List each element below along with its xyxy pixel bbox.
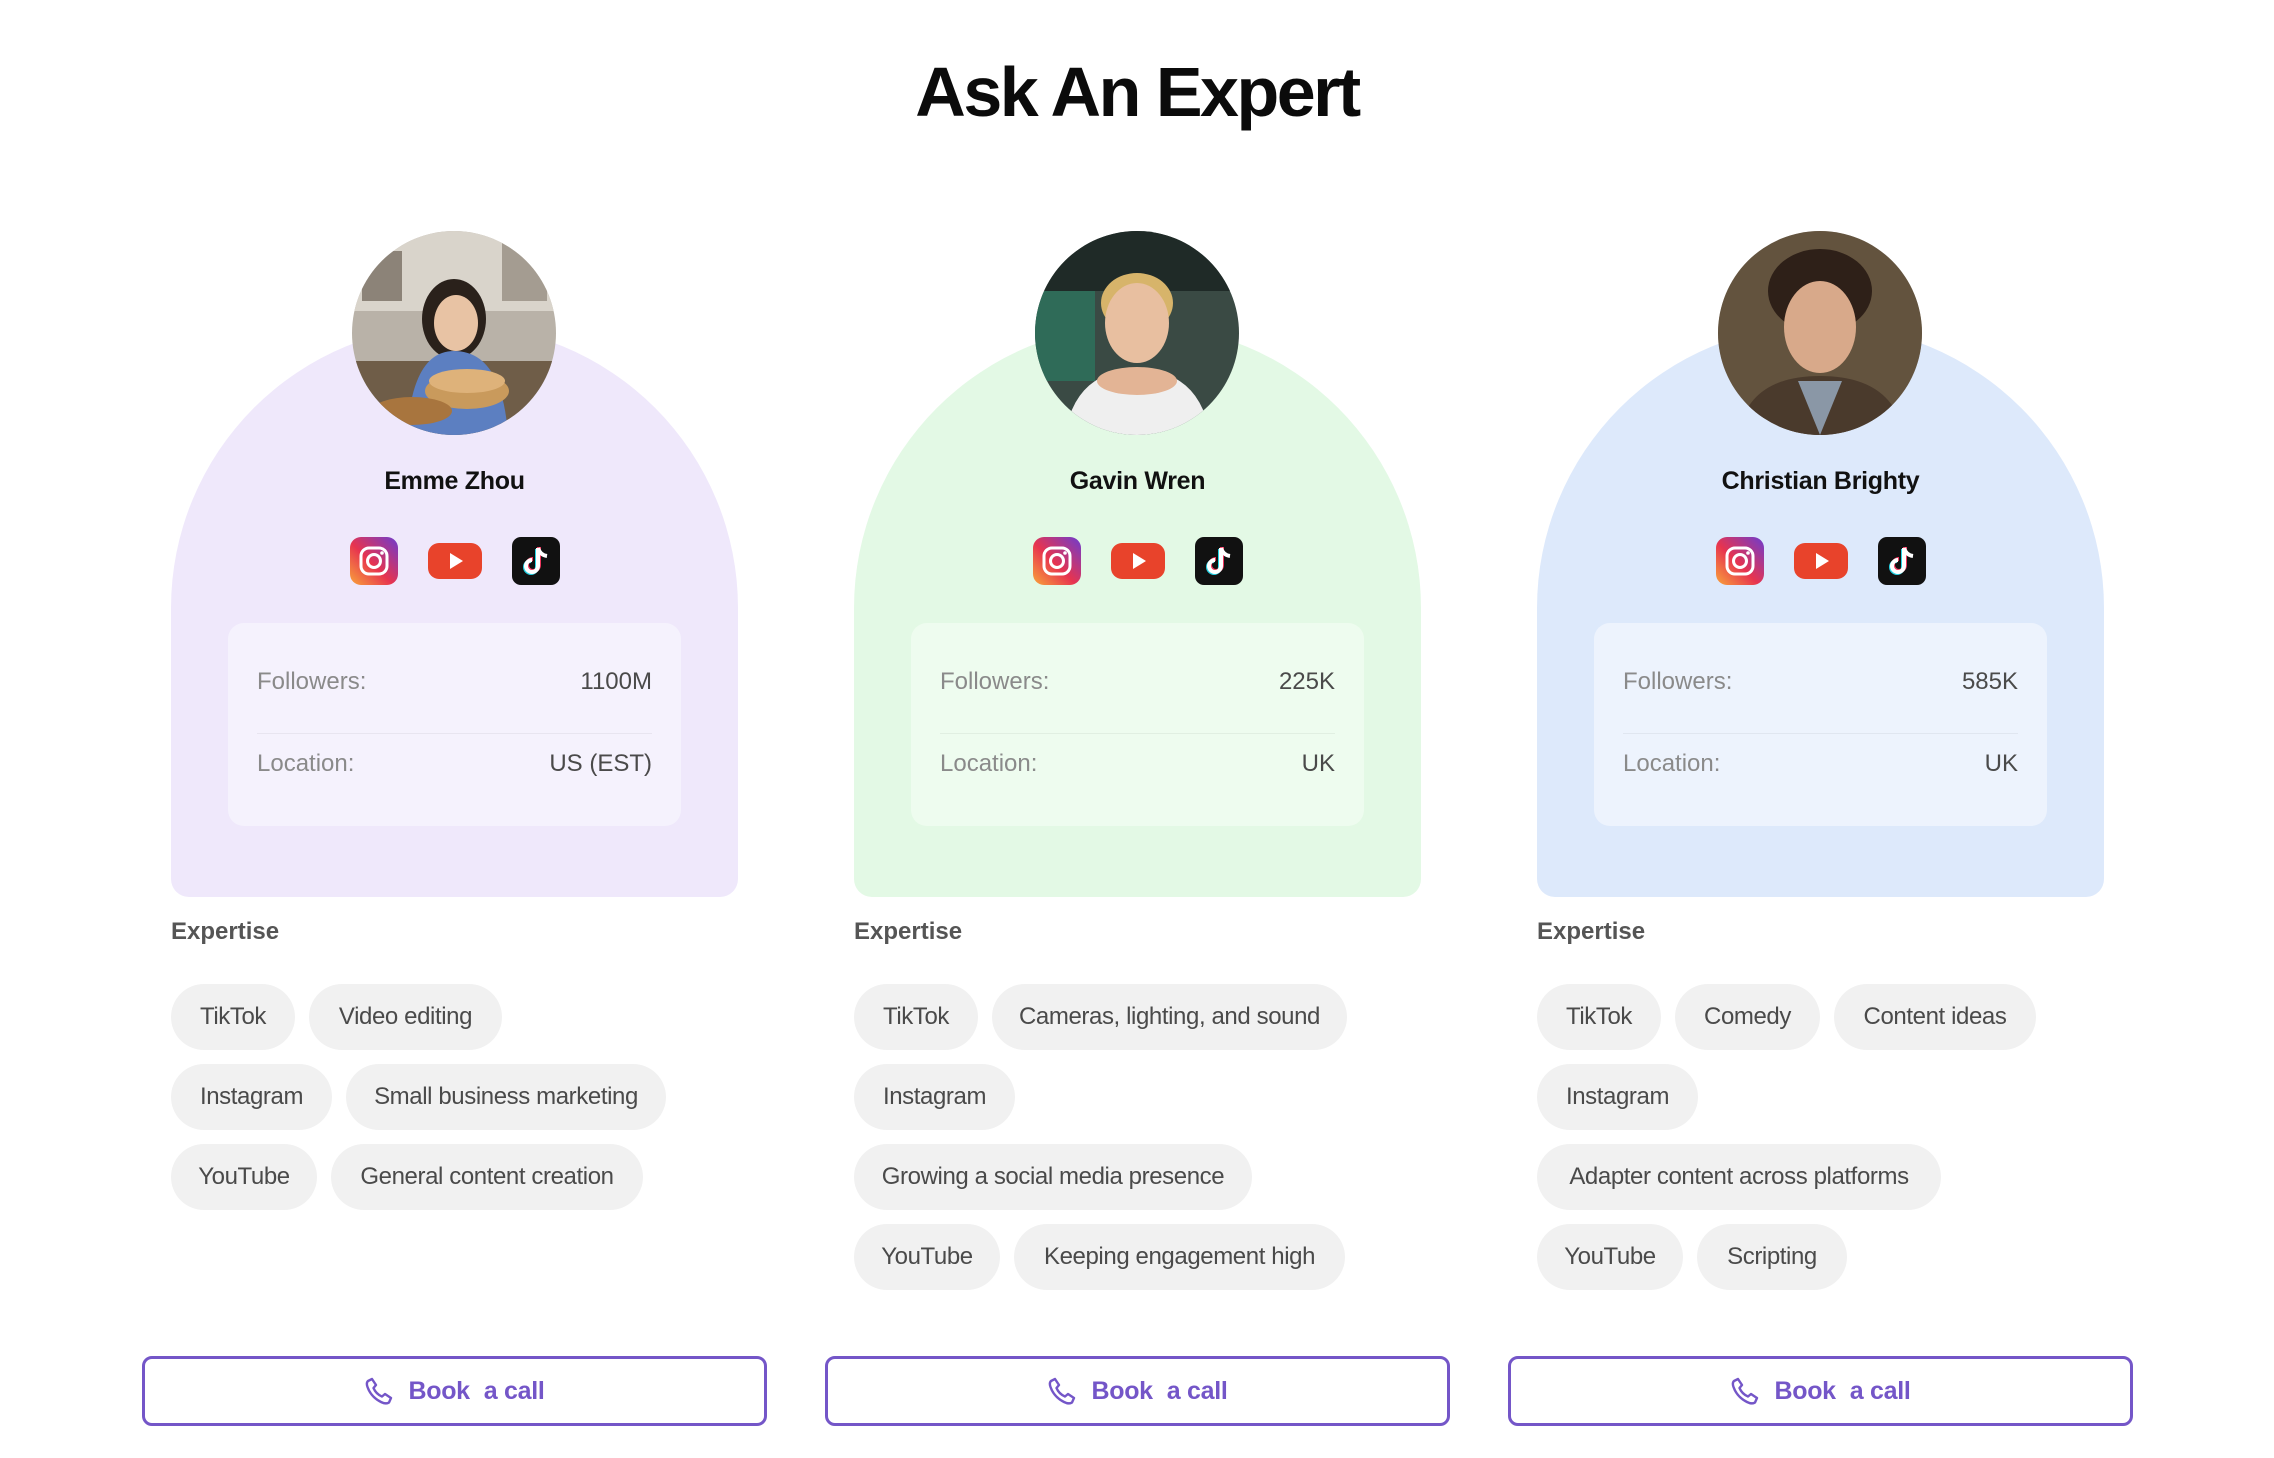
expertise-tag[interactable]: Keeping engagement high (1014, 1224, 1345, 1290)
avatar (1718, 231, 1922, 435)
tiktok-icon[interactable] (1194, 537, 1243, 585)
social-links (825, 537, 1450, 585)
location-row: Location: US (EST) (257, 744, 652, 784)
book-label-book: Book (1774, 1376, 1836, 1405)
location-label: Location: (940, 750, 1038, 777)
expertise-tag[interactable]: Scripting (1697, 1224, 1847, 1290)
expertise-tag[interactable]: Small business marketing (346, 1064, 666, 1130)
book-label-call: a call (1166, 1376, 1228, 1405)
expert-card-emme-zhou: Emme Zhou Followers: 1100M Location: US … (142, 0, 767, 1458)
location-value: US (EST) (549, 750, 652, 777)
youtube-icon[interactable] (1110, 537, 1165, 585)
expert-name: Christian Brighty (1721, 467, 1920, 495)
avatar (352, 231, 556, 435)
location-label: Location: (257, 750, 355, 777)
instagram-icon[interactable] (349, 537, 398, 585)
book-call-button[interactable]: Book a call (142, 1356, 767, 1426)
expert-card-christian-brighty: Christian Brighty Followers: 585K Locati… (1508, 0, 2133, 1458)
book-label-book: Book (408, 1376, 470, 1405)
location-value: UK (1301, 750, 1335, 777)
expertise-tag[interactable]: Instagram (171, 1064, 332, 1130)
expertise-tag[interactable]: Content ideas (1834, 984, 2036, 1050)
tiktok-icon[interactable] (511, 537, 560, 585)
followers-value: 1100M (580, 668, 652, 695)
expertise-tag[interactable]: Adapter content across platforms (1537, 1144, 1941, 1210)
location-row: Location: UK (940, 744, 1335, 784)
book-label-call: a call (1849, 1376, 1911, 1405)
book-label-call: a call (483, 1376, 545, 1405)
expertise-heading: Expertise (171, 918, 280, 945)
followers-label: Followers: (257, 668, 367, 695)
instagram-icon[interactable] (1032, 537, 1081, 585)
tiktok-icon[interactable] (1877, 537, 1926, 585)
expertise-tag[interactable]: Video editing (309, 984, 502, 1050)
followers-label: Followers: (940, 668, 1050, 695)
location-value: UK (1984, 750, 2018, 777)
expertise-tag[interactable]: TikTok (854, 984, 978, 1050)
expert-name: Emme Zhou (384, 467, 525, 495)
followers-row: Followers: 585K (1623, 662, 2018, 702)
followers-value: 585K (1961, 668, 2018, 695)
location-row: Location: UK (1623, 744, 2018, 784)
expertise-tag[interactable]: General content creation (331, 1144, 643, 1210)
book-call-button[interactable]: Book a call (1508, 1356, 2133, 1426)
phone-icon (366, 1377, 393, 1405)
followers-row: Followers: 1100M (257, 662, 652, 702)
avatar (1035, 231, 1239, 435)
youtube-icon[interactable] (427, 537, 482, 585)
expertise-tag[interactable]: TikTok (171, 984, 295, 1050)
expertise-tag[interactable]: Cameras, lighting, and sound (992, 984, 1347, 1050)
youtube-icon[interactable] (1793, 537, 1848, 585)
expertise-tag[interactable]: Comedy (1675, 984, 1820, 1050)
expertise-heading: Expertise (1537, 918, 1646, 945)
stats-panel (1594, 623, 2047, 826)
book-call-button[interactable]: Book a call (825, 1356, 1450, 1426)
expertise-tag[interactable]: Instagram (854, 1064, 1015, 1130)
phone-icon (1732, 1377, 1759, 1405)
phone-icon (1049, 1377, 1076, 1405)
stats-divider (257, 733, 652, 734)
social-links (1508, 537, 2133, 585)
stats-divider (1623, 733, 2018, 734)
expertise-tag[interactable]: Growing a social media presence (854, 1144, 1252, 1210)
location-label: Location: (1623, 750, 1721, 777)
stats-panel (228, 623, 681, 826)
followers-value: 225K (1278, 668, 1335, 695)
stats-panel (911, 623, 1364, 826)
followers-row: Followers: 225K (940, 662, 1335, 702)
stats-divider (940, 733, 1335, 734)
expertise-tag[interactable]: Instagram (1537, 1064, 1698, 1130)
expertise-tag[interactable]: YouTube (171, 1144, 317, 1210)
instagram-icon[interactable] (1715, 537, 1764, 585)
expertise-tag[interactable]: TikTok (1537, 984, 1661, 1050)
followers-label: Followers: (1623, 668, 1733, 695)
book-label-book: Book (1091, 1376, 1153, 1405)
expert-name: Gavin Wren (1069, 467, 1206, 495)
expertise-heading: Expertise (854, 918, 963, 945)
expertise-tag[interactable]: YouTube (1537, 1224, 1683, 1290)
social-links (142, 537, 767, 585)
expert-card-gavin-wren: Gavin Wren Followers: 225K Location: UK … (825, 0, 1450, 1458)
expertise-tag[interactable]: YouTube (854, 1224, 1000, 1290)
